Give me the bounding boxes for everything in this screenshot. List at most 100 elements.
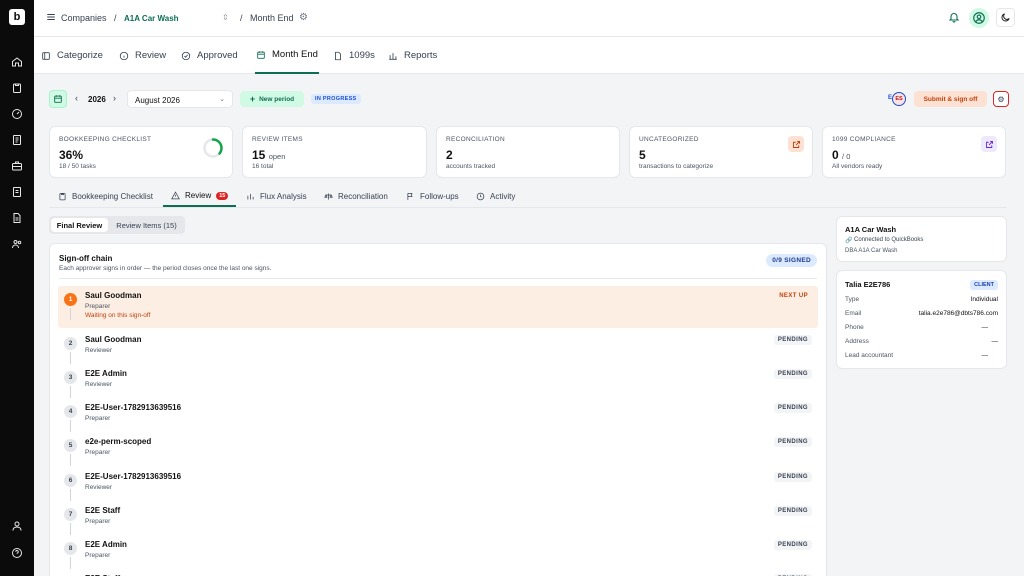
review-items-tab[interactable]: Review Items (15) [110, 218, 183, 232]
chain-row[interactable]: 5 e2e-perm-scoped Preparer PENDING [58, 432, 818, 466]
breadcrumb-separator-2: / [240, 13, 243, 23]
status-badge: IN PROGRESS [311, 94, 361, 104]
chain-row[interactable]: 4 E2E-User-1782913639516 Preparer PENDING [58, 398, 818, 432]
chain-row[interactable]: 9E2E StaffPENDING [58, 569, 818, 576]
subtab-bookkeeping-checklist[interactable]: Bookkeeping Checklist [58, 186, 153, 207]
subtab-follow-ups[interactable]: Follow-ups [406, 186, 459, 207]
file-text-icon[interactable] [9, 210, 25, 226]
clipboard-icon[interactable] [9, 80, 25, 96]
briefcase-icon[interactable] [9, 158, 25, 174]
info-icon [119, 51, 129, 60]
chain-subtitle: Each approver signs in order — the perio… [59, 265, 272, 272]
step-connector [70, 420, 71, 432]
chain-row[interactable]: 7 E2E Staff Preparer PENDING [58, 501, 818, 535]
status-badge: PENDING [773, 335, 812, 345]
status-badge: PENDING [773, 403, 812, 413]
settings-button[interactable]: ⚙ [993, 91, 1009, 107]
field-label: Phone [845, 324, 864, 331]
help-icon[interactable] [9, 545, 25, 561]
kpi-label: RECONCILIATION [446, 136, 505, 143]
chain-row[interactable]: 1 Saul Goodman Preparer Waiting on this sig… [58, 286, 818, 328]
home-icon[interactable] [9, 54, 25, 70]
theme-toggle-button[interactable] [996, 8, 1015, 27]
month-select[interactable]: August 2026 ⌄ [127, 90, 233, 108]
new-period-button[interactable]: + New period [240, 91, 304, 107]
bell-icon[interactable] [948, 11, 960, 23]
subtab-flux-analysis[interactable]: Flux Analysis [246, 186, 307, 207]
ledger-icon[interactable] [9, 132, 25, 148]
scale-icon [324, 193, 333, 200]
year-label: 2026 [88, 95, 106, 104]
approver-role: Preparer [85, 303, 111, 310]
profile-avatar[interactable] [969, 8, 989, 28]
kpi-bookkeeping-checklist[interactable]: BOOKKEEPING CHECKLIST 36% 18 / 50 tasks [49, 126, 233, 178]
menu-icon[interactable] [46, 12, 56, 22]
field-label: Address [845, 338, 869, 345]
tab-approved[interactable]: Approved [181, 37, 238, 74]
client-name: Talia E2E786 [845, 280, 891, 289]
calendar-button[interactable] [49, 90, 67, 108]
submit-sign-off-button[interactable]: Submit & sign off [914, 91, 987, 107]
assignee-avatar[interactable]: ES [892, 92, 906, 106]
plus-icon: + [249, 94, 256, 104]
step-number: 7 [64, 508, 77, 521]
kpi-label: BOOKKEEPING CHECKLIST [59, 136, 152, 143]
approver-name: E2E Admin [85, 540, 127, 549]
kpi-value: 0 [832, 148, 839, 162]
subtab-reconciliation[interactable]: Reconciliation [324, 186, 388, 207]
approver-name: E2E Admin [85, 369, 127, 378]
chain-row[interactable]: 2 Saul Goodman Reviewer PENDING [58, 330, 818, 364]
tab-month-end[interactable]: Month End [255, 37, 319, 74]
subtab-activity[interactable]: Activity [476, 186, 515, 207]
gear-icon[interactable]: ⚙ [299, 12, 308, 23]
tab-label: Month End [272, 49, 318, 60]
year-prev-chevron-icon[interactable]: ‹ [75, 93, 78, 103]
chain-divider [59, 278, 817, 279]
chain-row[interactable]: 8 E2E Admin Preparer PENDING [58, 535, 818, 569]
step-connector [70, 308, 71, 320]
company-selector[interactable]: A1A Car Wash [124, 14, 179, 23]
flag-icon [407, 193, 413, 200]
tab-reports[interactable]: Reports [388, 37, 437, 74]
field-value: — [981, 324, 989, 331]
breadcrumb-companies[interactable]: Companies [61, 13, 107, 23]
kpi-value: 36% [59, 148, 84, 162]
file-icon [335, 51, 341, 60]
kpi-sub: accounts tracked [446, 163, 496, 170]
final-review-tab[interactable]: Final Review [51, 218, 108, 232]
kpi-1099-compliance[interactable]: 1099 COMPLIANCE 0 / 0 All vendors ready [822, 126, 1006, 178]
top-bar: Companies / A1A Car Wash ⇕ / Month End ⚙ [34, 0, 1024, 37]
gear-icon: ⚙ [997, 94, 1005, 104]
external-link-icon[interactable] [981, 136, 997, 152]
tab-categorize[interactable]: Categorize [41, 37, 103, 74]
main-nav: Categorize Review Approved Month End 109… [34, 37, 1024, 74]
external-link-icon[interactable] [788, 136, 804, 152]
chain-row[interactable]: 6 E2E-User-1782913639516 Reviewer PENDING [58, 467, 818, 501]
kpi-review-items[interactable]: REVIEW ITEMS 15 open 16 total [242, 126, 427, 178]
bar-chart-icon [389, 52, 397, 60]
chain-row[interactable]: 3 E2E Admin Reviewer PENDING [58, 364, 818, 398]
kpi-uncategorized[interactable]: UNCATEGORIZED 5 transactions to categori… [629, 126, 813, 178]
tab-1099s[interactable]: 1099s [333, 37, 375, 74]
field-label: Lead accountant [845, 352, 894, 359]
status-badge: PENDING [773, 472, 812, 482]
gauge-icon[interactable] [9, 106, 25, 122]
year-next-chevron-icon[interactable]: › [113, 93, 116, 103]
tab-label: Reports [404, 50, 438, 61]
kpi-reconciliation[interactable]: RECONCILIATION 2 accounts tracked [436, 126, 620, 178]
field-label: Email [845, 310, 862, 317]
subtab-review[interactable]: Review 15 [163, 186, 237, 207]
document-icon[interactable] [9, 184, 25, 200]
company-name: A1A Car Wash [845, 225, 897, 234]
tab-label: Approved [197, 50, 238, 61]
subtab-label: Flux Analysis [260, 192, 307, 201]
users-icon[interactable] [9, 236, 25, 252]
user-icon[interactable] [9, 518, 25, 534]
tab-review[interactable]: Review [119, 37, 166, 74]
app-logo[interactable]: b [9, 9, 25, 25]
approver-role: Preparer [85, 449, 111, 456]
kpi-value-wrap: 15 open [252, 148, 285, 162]
company-chevron-icon[interactable]: ⇕ [222, 13, 229, 22]
kpi-sub: 16 total [252, 163, 274, 170]
step-connector [70, 557, 71, 569]
